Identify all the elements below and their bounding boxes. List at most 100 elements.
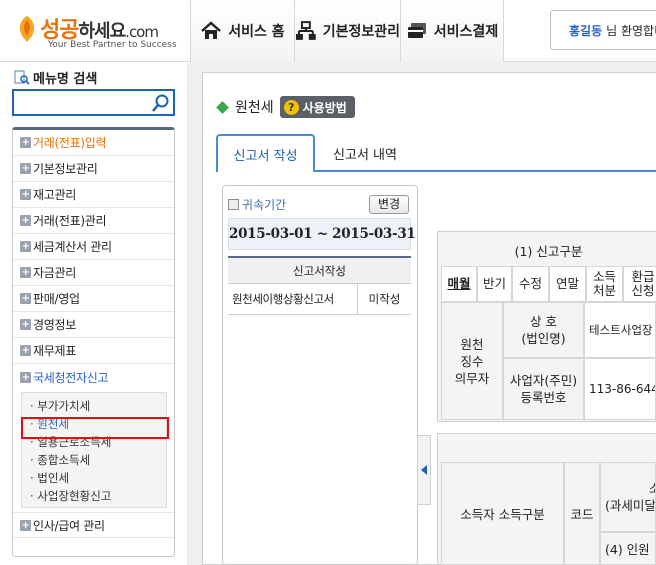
expand-plus-icon: +	[20, 241, 31, 252]
menu-item-label: 자금관리	[33, 266, 76, 280]
company-name-label: 상 호 (법인명)	[503, 302, 584, 358]
option-label-line2: 처분	[592, 283, 616, 298]
period-label: 귀속기간	[228, 196, 286, 213]
menu-item-label: 거래(전표)관리	[33, 214, 107, 228]
home-icon	[201, 21, 222, 39]
menu-item-funds[interactable]: + 자금관리	[13, 260, 174, 286]
submenu-item-vat[interactable]: · 부가가치세	[22, 397, 166, 415]
report-name[interactable]: 원천세이행상황신고서	[228, 284, 358, 314]
menu-item-hr-payroll[interactable]: + 인사/급여 관리	[13, 512, 174, 538]
withholding-agent-label: 원천 징수 의무자	[441, 302, 503, 420]
menu-item-financial-statements[interactable]: + 재무제표	[13, 338, 174, 364]
question-icon: ?	[283, 99, 299, 115]
option-label-line2: 신청	[631, 283, 655, 298]
submenu-item-withholding-tax[interactable]: · 원천세	[22, 415, 166, 433]
list-icon	[228, 199, 239, 210]
report-list-header: 신고서작성	[228, 256, 411, 284]
menu-search-box	[12, 89, 175, 116]
expand-plus-icon: +	[20, 371, 31, 383]
usage-help-button[interactable]: ? 사용방법	[279, 96, 355, 118]
submenu-item-daily-worker-tax[interactable]: · 일용근로소득세	[22, 433, 166, 451]
logo[interactable]: 성공하세요.com Your Best Partner to Success	[14, 10, 177, 54]
company-label-line1: 상 호	[530, 314, 557, 329]
code-header: 코드	[564, 462, 600, 565]
nav-service-payment[interactable]: 서비스결제	[400, 0, 504, 62]
side-menu: + 거래(전표)입력 + 기본정보관리 + 재고관리 + 거래(전표)관리 + …	[12, 127, 175, 557]
card-payment-icon	[407, 23, 426, 38]
option-monthly[interactable]: 매월	[441, 266, 477, 302]
logo-brand-2: 하세요	[78, 21, 126, 42]
document-search-icon	[14, 70, 30, 85]
option-label: 매월	[447, 276, 471, 291]
menu-search-input[interactable]	[14, 91, 150, 114]
nav-service-home[interactable]: 서비스 홈	[190, 0, 294, 62]
menu-item-label: 국세청전자신고	[33, 370, 109, 385]
withholder-line2: 징수	[460, 353, 484, 369]
submenu-item-income-tax[interactable]: · 종합소득세	[22, 451, 166, 469]
nav-basic-info[interactable]: 기본정보관리	[294, 0, 400, 62]
menu-item-basic-info[interactable]: + 기본정보관리	[13, 156, 174, 182]
withholder-line3: 의무자	[454, 370, 490, 386]
user-box[interactable]: 홍길동 님 환영합니다	[550, 10, 656, 50]
logo-brand-3: .com	[125, 23, 159, 41]
option-label-line1: 환급	[631, 269, 655, 284]
report-list-row[interactable]: 원천세이행상황신고서 미작성	[228, 284, 411, 315]
menu-item-tax-invoice[interactable]: + 세금계산서 관리	[13, 234, 174, 260]
submenu-item-corporate-tax[interactable]: · 법인세	[22, 469, 166, 487]
bizno-label-line2: 등록번호	[520, 390, 567, 405]
option-label-line1: 소득	[592, 269, 616, 284]
expand-plus-icon: +	[20, 345, 31, 356]
option-refund-request[interactable]: 환급 신청	[623, 266, 656, 302]
option-label: 연말	[555, 276, 579, 291]
menu-item-transaction-manage[interactable]: + 거래(전표)관리	[13, 208, 174, 234]
nav-basic-info-label: 기본정보관리	[322, 24, 400, 40]
menu-item-label: 인사/급여 관리	[33, 518, 105, 533]
income-type-header: 소득자 소득구분	[441, 462, 564, 565]
expand-plus-icon: +	[20, 519, 31, 531]
user-greeting: 님 환영합니다	[606, 23, 656, 38]
option-year-end[interactable]: 연말	[549, 266, 586, 302]
tab-report-write[interactable]: 신고서 작성	[216, 134, 315, 172]
nav-service-home-label: 서비스 홈	[228, 24, 285, 40]
business-number-value: 113-86-6447	[584, 358, 656, 420]
company-label-line2: (법인명)	[521, 331, 566, 346]
menu-item-transaction-input[interactable]: + 거래(전표)입력	[13, 130, 174, 156]
nontax-header-line2: (과세미달	[605, 498, 656, 513]
menu-item-nts-e-filing[interactable]: + 국세청전자신고	[13, 364, 174, 390]
expand-plus-icon: +	[20, 189, 31, 200]
submenu-item-business-status[interactable]: · 사업장현황신고	[22, 487, 166, 505]
company-name-value: 테스트사업장	[584, 302, 656, 358]
menu-item-management-info[interactable]: + 경영정보	[13, 312, 174, 338]
nontax-header: 소 (과세미달	[600, 462, 656, 532]
expand-plus-icon: +	[20, 293, 31, 304]
nav-service-payment-label: 서비스결제	[433, 24, 499, 40]
option-label: 수정	[518, 276, 542, 291]
menu-item-sales[interactable]: + 판매/영업	[13, 286, 174, 312]
arrow-left-icon	[421, 465, 427, 475]
menu-item-inventory[interactable]: + 재고관리	[13, 182, 174, 208]
logo-tagline: Your Best Partner to Success	[48, 40, 177, 50]
option-income-disposal[interactable]: 소득 처분	[586, 266, 623, 302]
menu-item-label: 재고관리	[33, 188, 76, 202]
menu-item-label: 세금계산서 관리	[33, 240, 112, 254]
bizno-label-line1: 사업자(주민)	[509, 373, 578, 388]
collapse-panel-handle[interactable]	[417, 435, 431, 505]
menu-item-label: 경영정보	[33, 318, 76, 332]
option-half-year[interactable]: 반기	[477, 266, 512, 302]
search-icon[interactable]	[151, 93, 171, 113]
option-amended[interactable]: 수정	[512, 266, 549, 302]
menu-item-label: 기본정보관리	[33, 162, 98, 176]
menu-item-label: 재무제표	[33, 344, 76, 358]
menu-item-label: 판매/영업	[33, 292, 80, 306]
expand-plus-icon: +	[20, 163, 31, 174]
report-status: 미작성	[368, 292, 401, 306]
expand-plus-icon: +	[20, 319, 31, 330]
logo-mark-icon	[19, 16, 35, 42]
tab-report-history[interactable]: 신고서 내역	[320, 134, 410, 172]
section-title-report-type: (1) 신고구분	[441, 234, 656, 266]
menu-search-title-text: 메뉴명 검색	[33, 72, 98, 87]
submenu-nts-e-filing: · 부가가치세 · 원천세 · 일용근로소득세 · 종합소득세 · 법인세 · …	[21, 392, 167, 508]
period-label-text: 귀속기간	[242, 198, 287, 212]
period-change-button[interactable]: 변경	[369, 195, 409, 214]
menu-item-label: 거래(전표)입력	[33, 136, 107, 150]
